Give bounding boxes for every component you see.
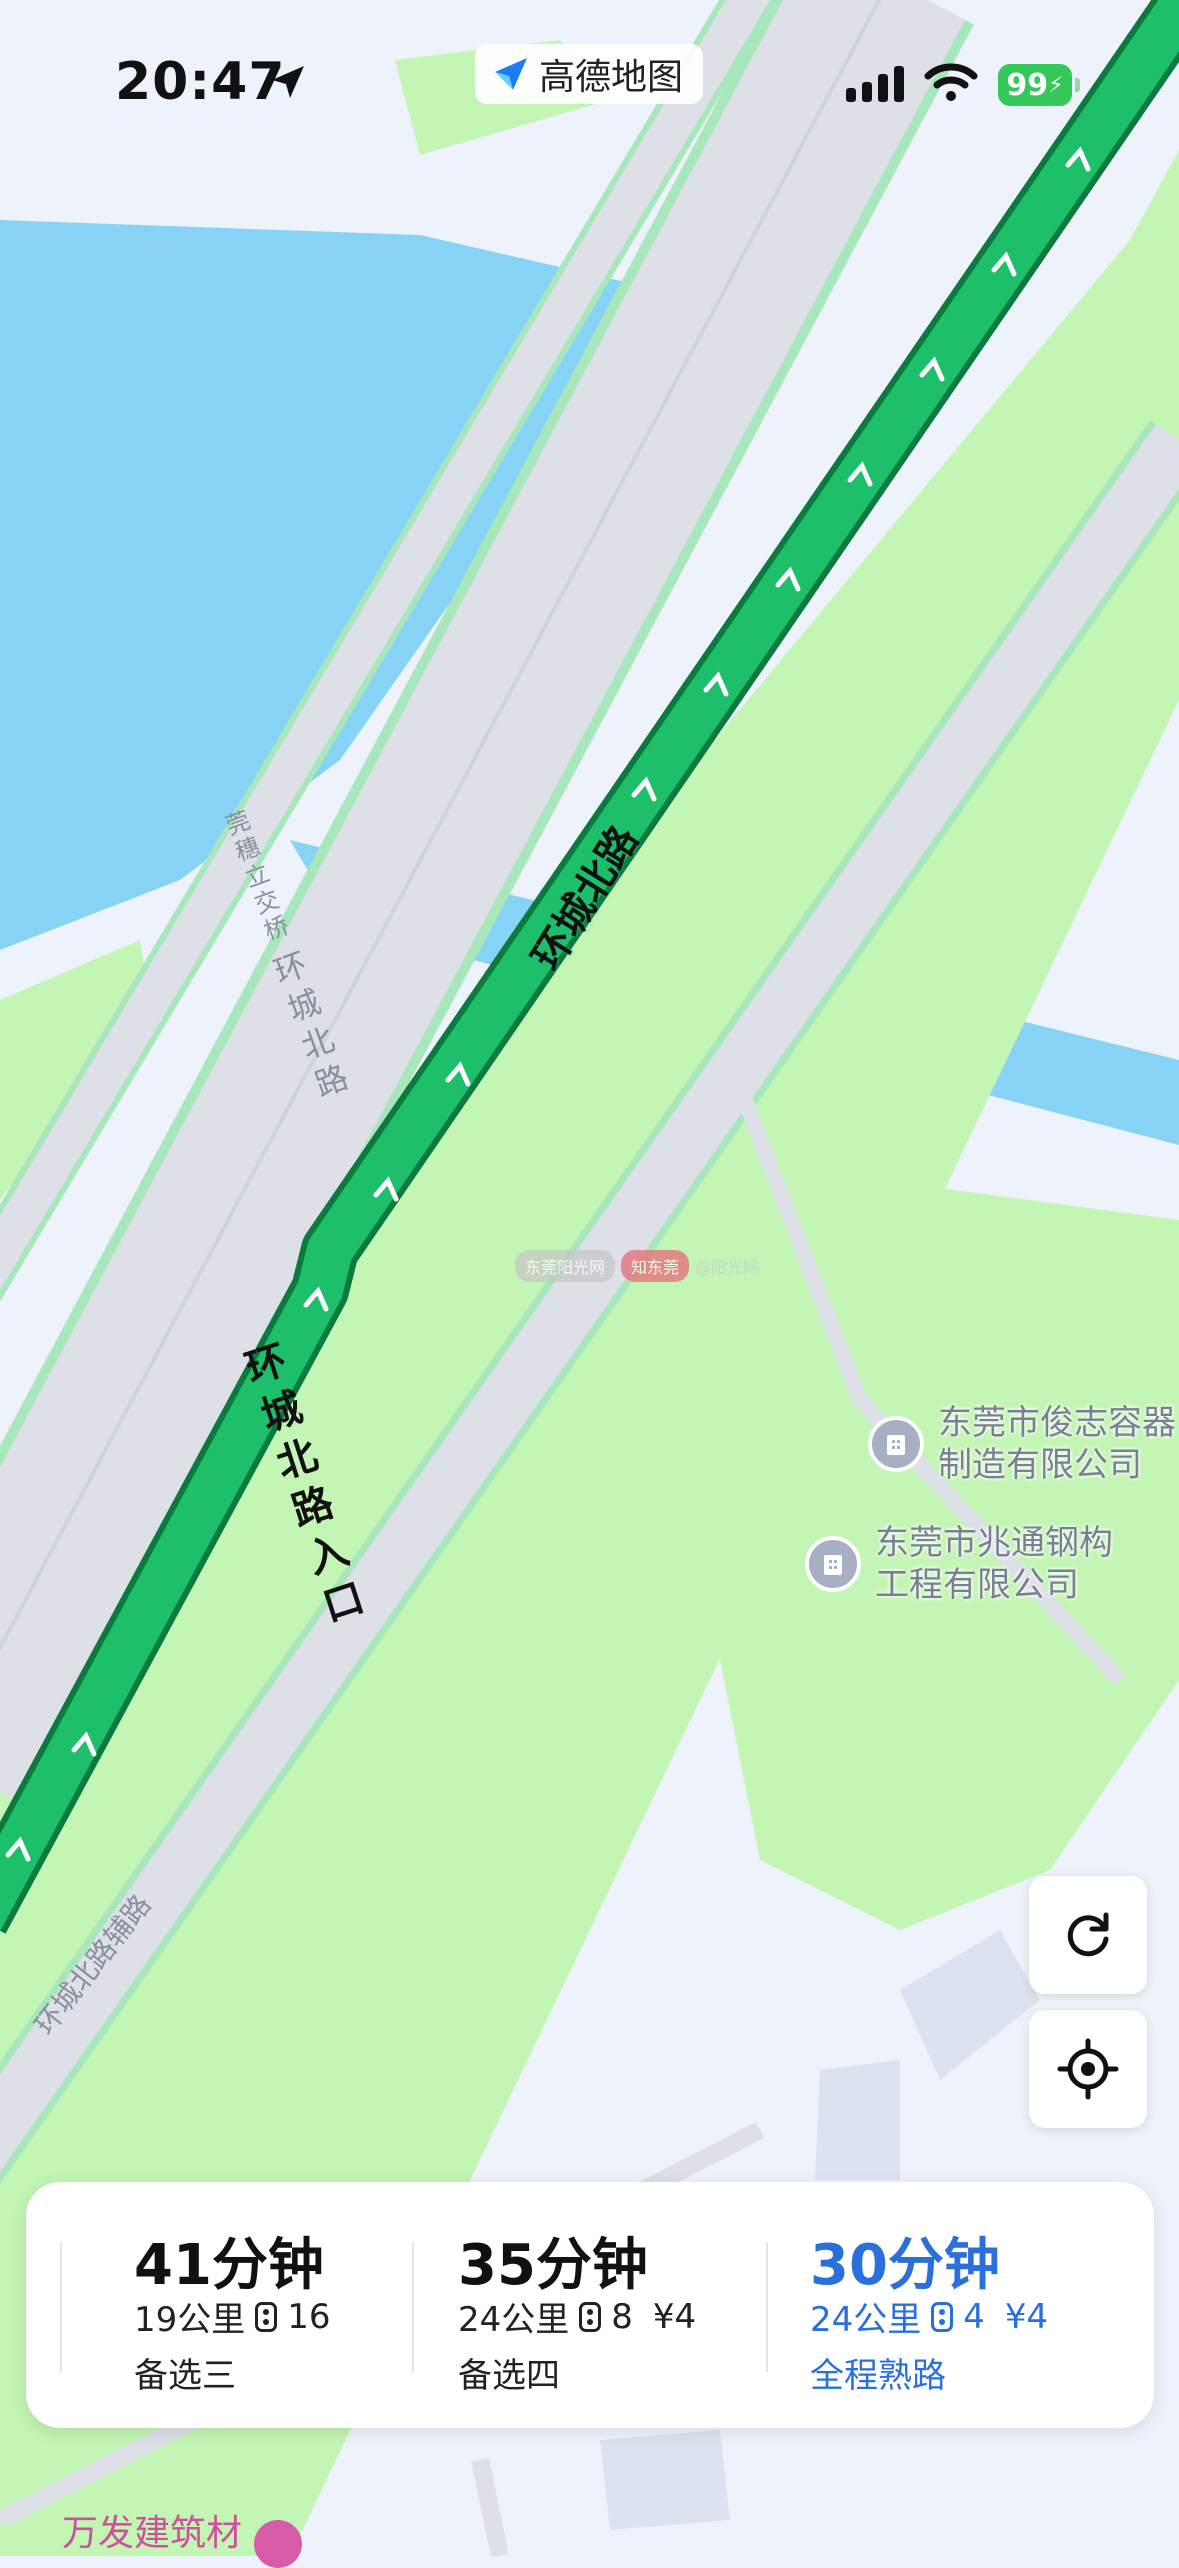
divider	[766, 2242, 768, 2372]
route-lights: 8	[611, 2296, 633, 2337]
shop-icon	[254, 2520, 302, 2568]
route-info: 24公里 4 ¥4	[810, 2292, 1048, 2341]
poi-name-line2: 工程有限公司	[875, 1565, 1079, 1605]
route-distance: 24公里	[810, 2300, 922, 2340]
poi-name-line1: 东莞市俊志容器	[938, 1403, 1176, 1443]
building-icon	[868, 1416, 924, 1472]
app-return-badge[interactable]: 高德地图	[475, 44, 704, 104]
wifi-icon	[924, 63, 978, 101]
route-tag: 备选三	[134, 2356, 236, 2396]
route-toll: ¥4	[652, 2296, 697, 2337]
locate-button[interactable]	[1029, 2010, 1147, 2128]
poi-junzhi[interactable]: 东莞市俊志容器 制造有限公司	[868, 1402, 1176, 1486]
traffic-light-icon	[255, 2301, 278, 2332]
battery-tip	[1075, 78, 1080, 92]
route-duration: 30分钟	[810, 2233, 1000, 2298]
route-option-1[interactable]: 41分钟 19公里 16 备选三	[60, 2182, 450, 2428]
route-distance: 24公里	[458, 2300, 570, 2340]
route-duration: 35分钟	[458, 2233, 648, 2298]
divider	[412, 2242, 414, 2372]
building-block	[815, 2060, 900, 2180]
poi-name-line1: 东莞市兆通钢构	[875, 1523, 1113, 1563]
route-duration: 41分钟	[134, 2233, 324, 2298]
route-info: 19公里 16	[134, 2292, 331, 2341]
refresh-button[interactable]	[1029, 1876, 1147, 1994]
poi-name-line2: 制造有限公司	[938, 1445, 1142, 1485]
watermark: 东莞阳光网 知东莞 @阳光网	[515, 1250, 759, 1282]
route-option-3-selected[interactable]: 30分钟 24公里 4 ¥4 全程熟路	[766, 2182, 1146, 2428]
traffic-light-icon	[579, 2301, 602, 2332]
route-tag: 备选四	[458, 2356, 560, 2396]
status-time: 20:47	[115, 52, 286, 112]
battery-level: 99	[1006, 67, 1049, 103]
location-arrow-icon	[272, 66, 304, 98]
building-icon	[805, 1536, 861, 1592]
charging-bolt-icon: ⚡	[1048, 72, 1064, 98]
building-block	[600, 2430, 730, 2530]
watermark-c: @阳光网	[695, 1258, 760, 1277]
status-bar: 20:47 高德地图 99 ⚡	[0, 0, 1179, 150]
amap-logo-icon	[495, 58, 527, 90]
cellular-signal-icon	[846, 66, 904, 102]
app-badge-label: 高德地图	[539, 57, 684, 98]
route-distance: 19公里	[134, 2300, 246, 2340]
route-lights: 16	[287, 2296, 331, 2337]
route-options-panel: 41分钟 19公里 16 备选三 35分钟 24公里 8 ¥4 备选四 30分钟…	[26, 2182, 1154, 2428]
route-toll: ¥4	[1004, 2296, 1049, 2337]
locate-icon	[1057, 2038, 1119, 2100]
watermark-b: 知东莞	[621, 1250, 690, 1282]
traffic-light-icon	[931, 2301, 954, 2332]
route-lights: 4	[963, 2296, 985, 2337]
bottom-poi-label[interactable]: 万发建筑材	[62, 2504, 242, 2556]
battery-indicator: 99 ⚡	[998, 64, 1072, 106]
route-option-2[interactable]: 35分钟 24公里 8 ¥4 备选四	[412, 2182, 802, 2428]
divider	[60, 2242, 62, 2372]
watermark-a: 东莞阳光网	[515, 1250, 616, 1282]
route-info: 24公里 8 ¥4	[458, 2292, 696, 2341]
poi-zhaotong[interactable]: 东莞市兆通钢构 工程有限公司	[805, 1522, 1113, 1606]
refresh-icon	[1067, 1912, 1109, 1957]
route-tag: 全程熟路	[810, 2356, 946, 2396]
